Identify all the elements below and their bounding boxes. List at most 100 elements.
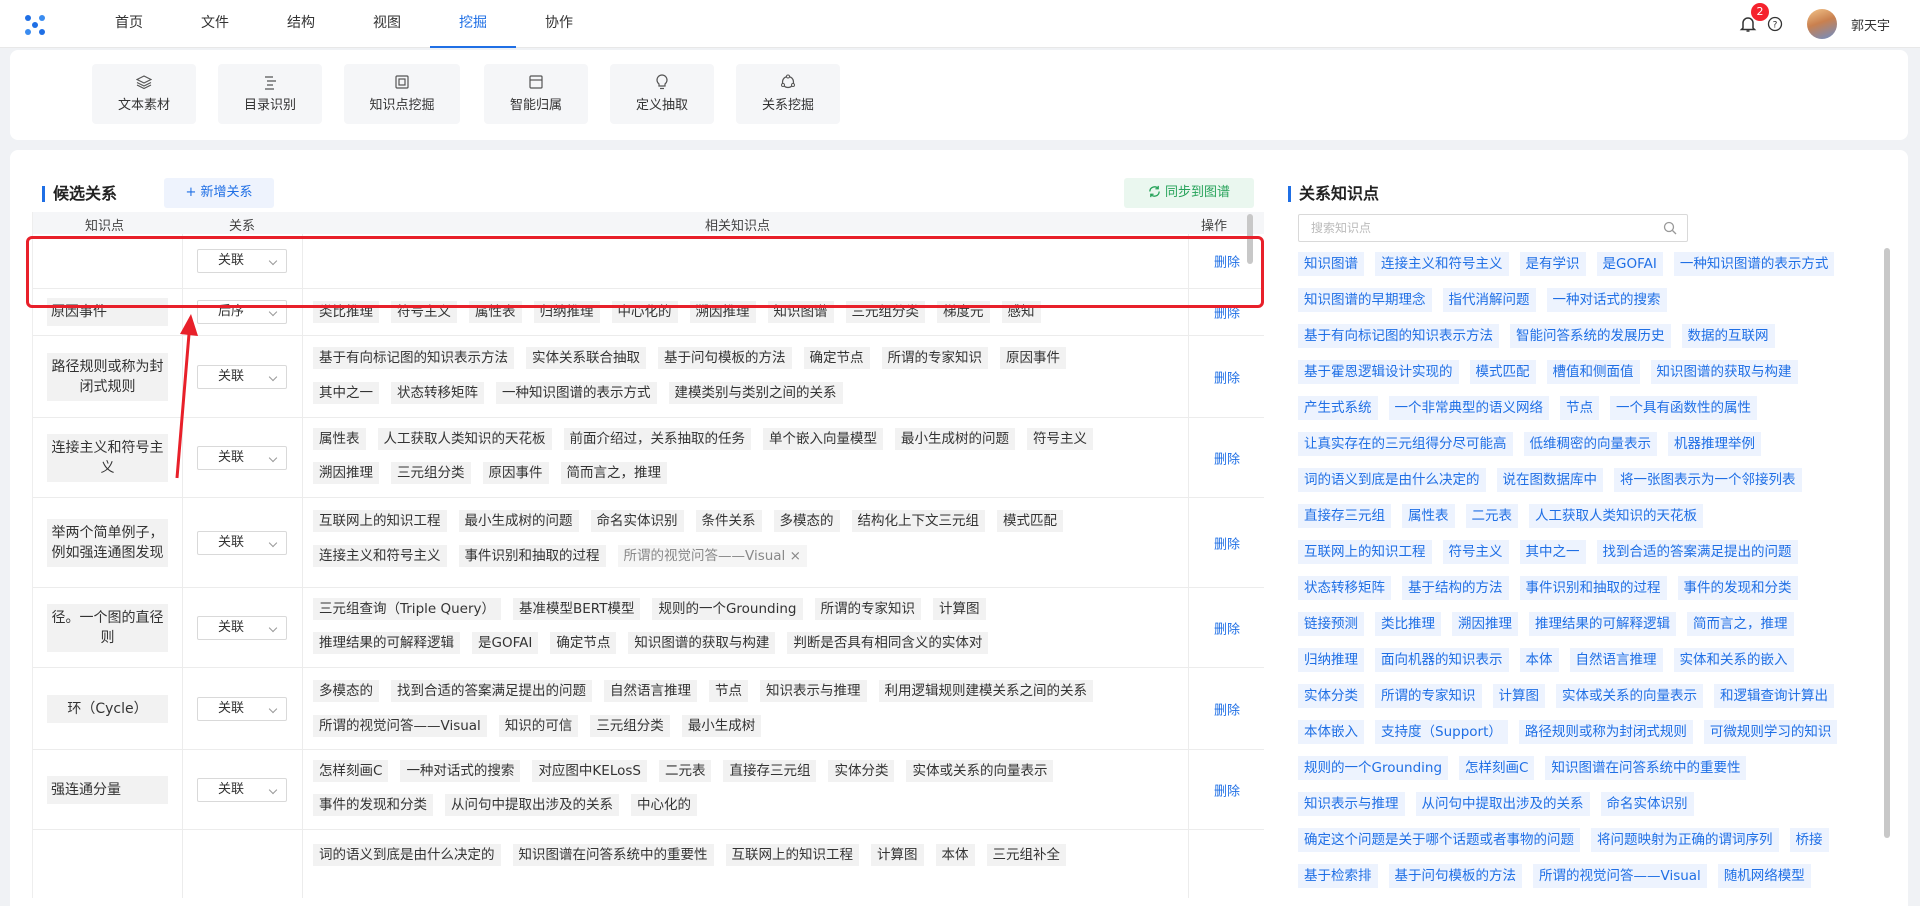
knowledge-tag[interactable]: 基于结构的方法 xyxy=(1402,576,1509,600)
related-point-tag[interactable]: 三元组补全 xyxy=(986,844,1066,866)
related-point-tag[interactable]: 本体 xyxy=(935,844,975,866)
knowledge-tag[interactable]: 找到合适的答案满足提出的问题 xyxy=(1596,540,1798,564)
related-point-tag[interactable]: 连接主义和符号主义 xyxy=(313,545,447,567)
related-point-tag[interactable]: 一种知识图谱的表示方式 xyxy=(496,382,657,404)
knowledge-tag[interactable]: 将问题映射为正确的谓词序列 xyxy=(1591,828,1779,852)
knowledge-tag[interactable]: 确定这个问题是关于哪个话题或者事物的问题 xyxy=(1298,828,1580,852)
knowledge-tag[interactable]: 溯因推理 xyxy=(1452,612,1518,636)
nav-item[interactable]: 文件 xyxy=(172,0,258,48)
knowledge-tag[interactable]: 面向机器的知识表示 xyxy=(1375,648,1509,672)
knowledge-tag[interactable]: 实体分类 xyxy=(1298,684,1364,708)
related-point-tag[interactable]: 属性表 xyxy=(313,428,366,450)
related-point-tag[interactable]: 一种对话式的搜索 xyxy=(400,760,521,782)
add-relation-button[interactable]: + 新增关系 xyxy=(164,178,274,208)
related-point-tag[interactable]: 确定节点 xyxy=(803,347,870,369)
knowledge-tag[interactable]: 所谓的视觉问答——Visual xyxy=(1533,864,1707,888)
knowledge-tag[interactable]: 人工获取人类知识的天花板 xyxy=(1529,504,1703,528)
search-icon[interactable] xyxy=(1663,221,1677,235)
sync-to-graph-button[interactable]: 同步到图谱 xyxy=(1124,178,1254,208)
related-point-tag[interactable]: 建模类别与类别之间的关系 xyxy=(668,382,843,404)
knowledge-point-name[interactable]: 连接主义和符号主义 xyxy=(47,433,168,482)
knowledge-tag[interactable]: 连接主义和符号主义 xyxy=(1375,252,1509,276)
knowledge-tag[interactable]: 指代消解问题 xyxy=(1442,288,1536,312)
related-point-tag[interactable]: 符号主义 xyxy=(1027,428,1093,450)
knowledge-tag[interactable]: 和逻辑查询计算出 xyxy=(1714,684,1834,708)
related-point-tag[interactable]: 从问句中提取出涉及的关系 xyxy=(445,794,619,816)
knowledge-point-name[interactable]: 路径规则或称为封闭式规则 xyxy=(47,352,168,401)
nav-item[interactable]: 协作 xyxy=(516,0,602,48)
related-point-tag[interactable]: 知识表示与推理 xyxy=(760,680,867,702)
related-point-tag[interactable]: 对应图中KELosS xyxy=(532,760,647,782)
related-point-tag[interactable]: 词的语义到底是由什么决定的 xyxy=(313,844,501,866)
knowledge-tag[interactable]: 命名实体识别 xyxy=(1600,792,1694,816)
related-point-tag[interactable]: 原因事件 xyxy=(482,462,549,484)
knowledge-tag[interactable]: 知识表示与推理 xyxy=(1298,792,1405,816)
knowledge-tag[interactable]: 其中之一 xyxy=(1519,540,1586,564)
delete-button[interactable]: 删除 xyxy=(1189,780,1264,799)
knowledge-tag[interactable]: 基于有向标记图的知识表示方法 xyxy=(1298,324,1499,348)
related-point-tag[interactable]: 互联网上的知识工程 xyxy=(725,844,859,866)
related-point-tag[interactable]: 所谓的专家知识 xyxy=(814,598,921,620)
knowledge-tag[interactable]: 直接存三元组 xyxy=(1298,504,1391,528)
knowledge-tag[interactable]: 数据的互联网 xyxy=(1681,324,1775,348)
related-point-tag[interactable]: 命名实体识别 xyxy=(590,510,684,532)
knowledge-tag[interactable]: 属性表 xyxy=(1402,504,1455,528)
knowledge-tag[interactable]: 实体或关系的向量表示 xyxy=(1556,684,1703,708)
related-point-tag[interactable]: 知识图谱在问答系统中的重要性 xyxy=(512,844,714,866)
relation-type-select[interactable]: 关联 xyxy=(197,445,287,470)
knowledge-point-name[interactable]: 举两个简单例子，例如强连通图发现 xyxy=(47,518,168,567)
related-point-tag[interactable]: 其中之一 xyxy=(313,382,379,404)
delete-button[interactable]: 删除 xyxy=(1189,448,1264,467)
tool-relation-mining-button[interactable]: 关系挖掘 xyxy=(736,64,840,124)
knowledge-tag[interactable]: 支持度（Support） xyxy=(1375,720,1508,744)
related-point-tag[interactable]: 直接存三元组 xyxy=(723,760,817,782)
related-point-tag[interactable]: 多模态的 xyxy=(313,680,379,702)
knowledge-tag[interactable]: 链接预测 xyxy=(1298,612,1364,636)
knowledge-point-name[interactable]: 环（Cycle） xyxy=(47,694,168,723)
related-point-tag[interactable]: 事件的发现和分类 xyxy=(313,794,433,816)
knowledge-tag[interactable]: 桥接 xyxy=(1789,828,1829,852)
knowledge-tag[interactable]: 基于问句模板的方法 xyxy=(1388,864,1522,888)
knowledge-tag[interactable]: 类比推理 xyxy=(1375,612,1441,636)
related-point-tag[interactable]: 找到合适的答案满足提出的问题 xyxy=(391,680,592,702)
related-point-tag[interactable]: 前面介绍过，关系抽取的任务 xyxy=(563,428,751,450)
related-point-tag[interactable]: 模式匹配 xyxy=(997,510,1063,532)
help-icon[interactable]: ? xyxy=(1767,16,1783,32)
knowledge-tag[interactable]: 本体嵌入 xyxy=(1298,720,1364,744)
related-point-tag[interactable]: 人工获取人类知识的天花板 xyxy=(377,428,552,450)
knowledge-tag[interactable]: 推理结果的可解释逻辑 xyxy=(1529,612,1676,636)
knowledge-tag[interactable]: 互联网上的知识工程 xyxy=(1298,540,1432,564)
knowledge-tag[interactable]: 简而言之，推理 xyxy=(1687,612,1794,636)
relation-type-select[interactable]: 关联 xyxy=(197,364,287,389)
related-point-tag[interactable]: 计算图 xyxy=(933,598,986,620)
knowledge-tag[interactable]: 实体和关系的嵌入 xyxy=(1673,648,1794,672)
knowledge-tag[interactable]: 基于检索排 xyxy=(1298,864,1378,888)
knowledge-search-input[interactable]: 搜索知识点 xyxy=(1298,214,1688,242)
knowledge-tag[interactable]: 随机网络模型 xyxy=(1717,864,1811,888)
knowledge-tag[interactable]: 本体 xyxy=(1519,648,1559,672)
related-point-tag[interactable]: 所谓的专家知识 xyxy=(881,347,988,369)
related-point-tag[interactable]: 互联网上的知识工程 xyxy=(313,510,447,532)
related-point-tag[interactable]: 状态转移矩阵 xyxy=(391,382,484,404)
knowledge-tag[interactable]: 规则的一个Grounding xyxy=(1298,756,1449,780)
related-point-tag[interactable]: 实体关系联合抽取 xyxy=(526,347,646,369)
related-point-tag[interactable]: 推理结果的可解释逻辑 xyxy=(313,632,460,654)
knowledge-tag[interactable]: 计算图 xyxy=(1492,684,1545,708)
related-point-tag[interactable]: 基于有向标记图的知识表示方法 xyxy=(313,347,514,369)
related-point-tag[interactable]: 基于问句模板的方法 xyxy=(658,347,792,369)
knowledge-tag[interactable]: 二元表 xyxy=(1465,504,1518,528)
knowledge-tag[interactable]: 归纳推理 xyxy=(1298,648,1364,672)
knowledge-tag[interactable]: 事件识别和抽取的过程 xyxy=(1519,576,1667,600)
related-point-tag[interactable]: 规则的一个Grounding xyxy=(652,598,803,620)
related-point-tag[interactable]: 节点 xyxy=(709,680,748,702)
knowledge-tag[interactable]: 基于霍恩逻辑设计实现的 xyxy=(1298,360,1459,384)
related-point-tag-removable[interactable]: 所谓的视觉问答——Visual × xyxy=(617,545,807,567)
related-point-tag[interactable]: 利用逻辑规则建模关系之间的关系 xyxy=(878,680,1093,702)
knowledge-point-name[interactable]: 径。一个图的直径则 xyxy=(47,603,168,652)
knowledge-tag[interactable]: 事件的发现和分类 xyxy=(1677,576,1798,600)
knowledge-list-scrollbar[interactable] xyxy=(1884,248,1890,838)
knowledge-tag[interactable]: 从问句中提取出涉及的关系 xyxy=(1415,792,1590,816)
nav-item[interactable]: 挖掘 xyxy=(430,0,516,48)
related-point-tag[interactable]: 实体分类 xyxy=(828,760,895,782)
related-point-tag[interactable]: 简而言之，推理 xyxy=(560,462,667,484)
